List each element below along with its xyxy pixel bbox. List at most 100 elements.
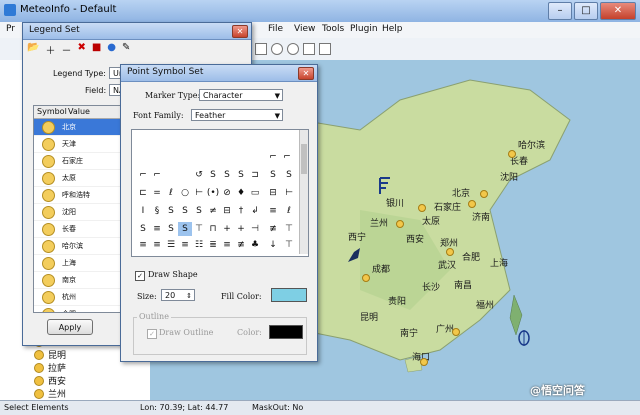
glyph-cell[interactable]: ≡ bbox=[150, 222, 164, 236]
polygon-tool-icon[interactable] bbox=[303, 43, 315, 55]
glyph-grid[interactable]: ⌐ ⌐ ⌐ ⌐ ↺ S S S ⊐ S S ⊏ = ℓ ○ ⊢ (•) ⊘ ♦ … bbox=[131, 129, 309, 257]
glyph-cell[interactable]: † bbox=[234, 204, 248, 218]
table-row[interactable]: 长春 bbox=[34, 221, 134, 238]
layer-item[interactable]: 兰州 bbox=[34, 387, 66, 400]
refresh-icon[interactable]: ● bbox=[107, 42, 116, 57]
color-ramp-icon[interactable]: ■ bbox=[92, 42, 101, 57]
glyph-cell[interactable]: § bbox=[150, 204, 164, 218]
glyph-cell[interactable]: ⌐ bbox=[266, 150, 280, 164]
glyph-cell[interactable]: ⊤ bbox=[192, 222, 206, 236]
glyph-cell[interactable]: ⊓ bbox=[206, 222, 220, 236]
open-icon[interactable]: 📂 bbox=[27, 42, 39, 57]
glyph-cell[interactable]: ≠ bbox=[206, 204, 220, 218]
glyph-cell[interactable]: ☷ bbox=[192, 238, 206, 252]
fill-color-swatch[interactable] bbox=[271, 288, 307, 302]
table-row[interactable]: 合肥 bbox=[34, 306, 134, 312]
menu-pr[interactable]: Pr bbox=[6, 24, 15, 34]
glyph-cell[interactable]: ⊤ bbox=[282, 222, 296, 236]
glyph-cell[interactable]: ⊟ bbox=[266, 186, 280, 200]
menu-tools[interactable]: Tools bbox=[322, 24, 344, 34]
glyph-cell[interactable]: ⊣ bbox=[248, 222, 262, 236]
glyph-cell[interactable]: ⊢ bbox=[282, 186, 296, 200]
layer-item[interactable]: 昆明 bbox=[34, 348, 66, 361]
glyph-cell-selected[interactable]: S bbox=[178, 222, 192, 236]
add-icon[interactable]: ＋ bbox=[45, 42, 55, 57]
glyph-cell[interactable]: ☰ bbox=[164, 238, 178, 252]
circle-tool-icon[interactable] bbox=[271, 43, 283, 55]
glyph-cell[interactable]: ⌐ bbox=[136, 168, 150, 182]
table-row[interactable]: 杭州 bbox=[34, 289, 134, 306]
table-row[interactable]: 天津 bbox=[34, 136, 134, 153]
glyph-cell[interactable]: (•) bbox=[206, 186, 220, 200]
table-row[interactable]: 南京 bbox=[34, 272, 134, 289]
glyph-cell[interactable]: S bbox=[136, 222, 150, 236]
glyph-cell[interactable]: S bbox=[282, 168, 296, 182]
layer-item[interactable]: 拉萨 bbox=[34, 361, 66, 374]
glyph-cell[interactable]: ⊘ bbox=[220, 186, 234, 200]
glyph-cell[interactable]: ⌐ bbox=[150, 168, 164, 182]
glyph-cell[interactable]: ○ bbox=[178, 186, 192, 200]
glyph-cell[interactable]: ≡ bbox=[220, 238, 234, 252]
menu-view[interactable]: View bbox=[294, 24, 315, 34]
scrollbar-thumb[interactable] bbox=[301, 144, 307, 174]
glyph-cell[interactable]: S bbox=[266, 168, 280, 182]
glyph-cell[interactable]: ≡ bbox=[136, 238, 150, 252]
curve-tool-icon[interactable] bbox=[319, 43, 331, 55]
glyph-cell[interactable]: ≢ bbox=[234, 238, 248, 252]
stepper-arrows-icon[interactable]: ⇕ bbox=[186, 290, 192, 300]
draw-shape-checkbox[interactable]: ✓ bbox=[135, 271, 145, 281]
glyph-cell[interactable]: S bbox=[192, 204, 206, 218]
glyph-cell[interactable]: S bbox=[164, 204, 178, 218]
delete-icon[interactable]: ✖ bbox=[77, 42, 85, 57]
glyph-cell[interactable]: ≡ bbox=[266, 204, 280, 218]
table-row[interactable]: 哈尔滨 bbox=[34, 238, 134, 255]
close-button[interactable]: ✕ bbox=[600, 2, 636, 20]
glyph-cell[interactable]: ⊟ bbox=[220, 204, 234, 218]
table-row[interactable]: 呼和浩特 bbox=[34, 187, 134, 204]
ellipse-tool-icon[interactable] bbox=[287, 43, 299, 55]
glyph-cell[interactable]: + bbox=[220, 222, 234, 236]
pencil-icon[interactable]: ✎ bbox=[122, 42, 130, 57]
glyph-cell[interactable]: + bbox=[234, 222, 248, 236]
glyph-cell[interactable]: S bbox=[234, 168, 248, 182]
glyph-cell[interactable]: ≢ bbox=[266, 222, 280, 236]
glyph-cell[interactable]: ↲ bbox=[248, 204, 262, 218]
table-row[interactable]: 上海 bbox=[34, 255, 134, 272]
glyph-cell[interactable]: S bbox=[220, 168, 234, 182]
legend-dialog-close-button[interactable]: ✕ bbox=[232, 25, 248, 38]
glyph-cell[interactable]: ⌐ bbox=[280, 150, 294, 164]
menu-file[interactable]: File bbox=[268, 24, 283, 34]
glyph-cell[interactable]: ℓ bbox=[164, 186, 178, 200]
glyph-cell[interactable]: ≣ bbox=[206, 238, 220, 252]
minimize-button[interactable]: – bbox=[548, 2, 572, 20]
glyph-cell[interactable]: I bbox=[136, 204, 150, 218]
glyph-cell[interactable]: ℓ bbox=[282, 204, 296, 218]
glyph-cell[interactable]: ≡ bbox=[178, 238, 192, 252]
glyph-cell[interactable]: ⊢ bbox=[192, 186, 206, 200]
size-stepper[interactable]: 20 ⇕ bbox=[161, 289, 195, 301]
glyph-cell[interactable]: S bbox=[206, 168, 220, 182]
glyph-cell[interactable]: ⊤ bbox=[282, 238, 296, 252]
table-row[interactable]: 沈阳 bbox=[34, 204, 134, 221]
glyph-cell[interactable]: = bbox=[150, 186, 164, 200]
glyph-cell[interactable]: ≡ bbox=[150, 238, 164, 252]
draw-outline-checkbox[interactable]: ✓ bbox=[147, 329, 157, 339]
outline-color-swatch[interactable] bbox=[269, 325, 303, 339]
apply-button[interactable]: Apply bbox=[47, 319, 93, 335]
maximize-button[interactable]: □ bbox=[574, 2, 598, 20]
glyph-cell[interactable]: S bbox=[178, 204, 192, 218]
glyph-cell[interactable]: ♣ bbox=[248, 238, 262, 252]
glyph-cell[interactable]: S bbox=[164, 222, 178, 236]
table-row[interactable]: 北京 bbox=[34, 119, 134, 136]
menu-plugin[interactable]: Plugin bbox=[350, 24, 378, 34]
glyph-cell[interactable]: ⊐ bbox=[248, 168, 262, 182]
marker-type-select[interactable]: Character ▼ bbox=[199, 89, 283, 101]
glyph-cell[interactable]: ▭ bbox=[248, 186, 262, 200]
table-row[interactable]: 石家庄 bbox=[34, 153, 134, 170]
font-family-select[interactable]: Feather ▼ bbox=[191, 109, 283, 121]
layer-item[interactable]: 西安 bbox=[34, 374, 66, 387]
glyph-scrollbar[interactable] bbox=[299, 130, 308, 254]
glyph-cell[interactable]: ↓ bbox=[266, 238, 280, 252]
glyph-cell[interactable]: ↺ bbox=[192, 168, 206, 182]
point-dialog-close-button[interactable]: ✕ bbox=[298, 67, 314, 80]
